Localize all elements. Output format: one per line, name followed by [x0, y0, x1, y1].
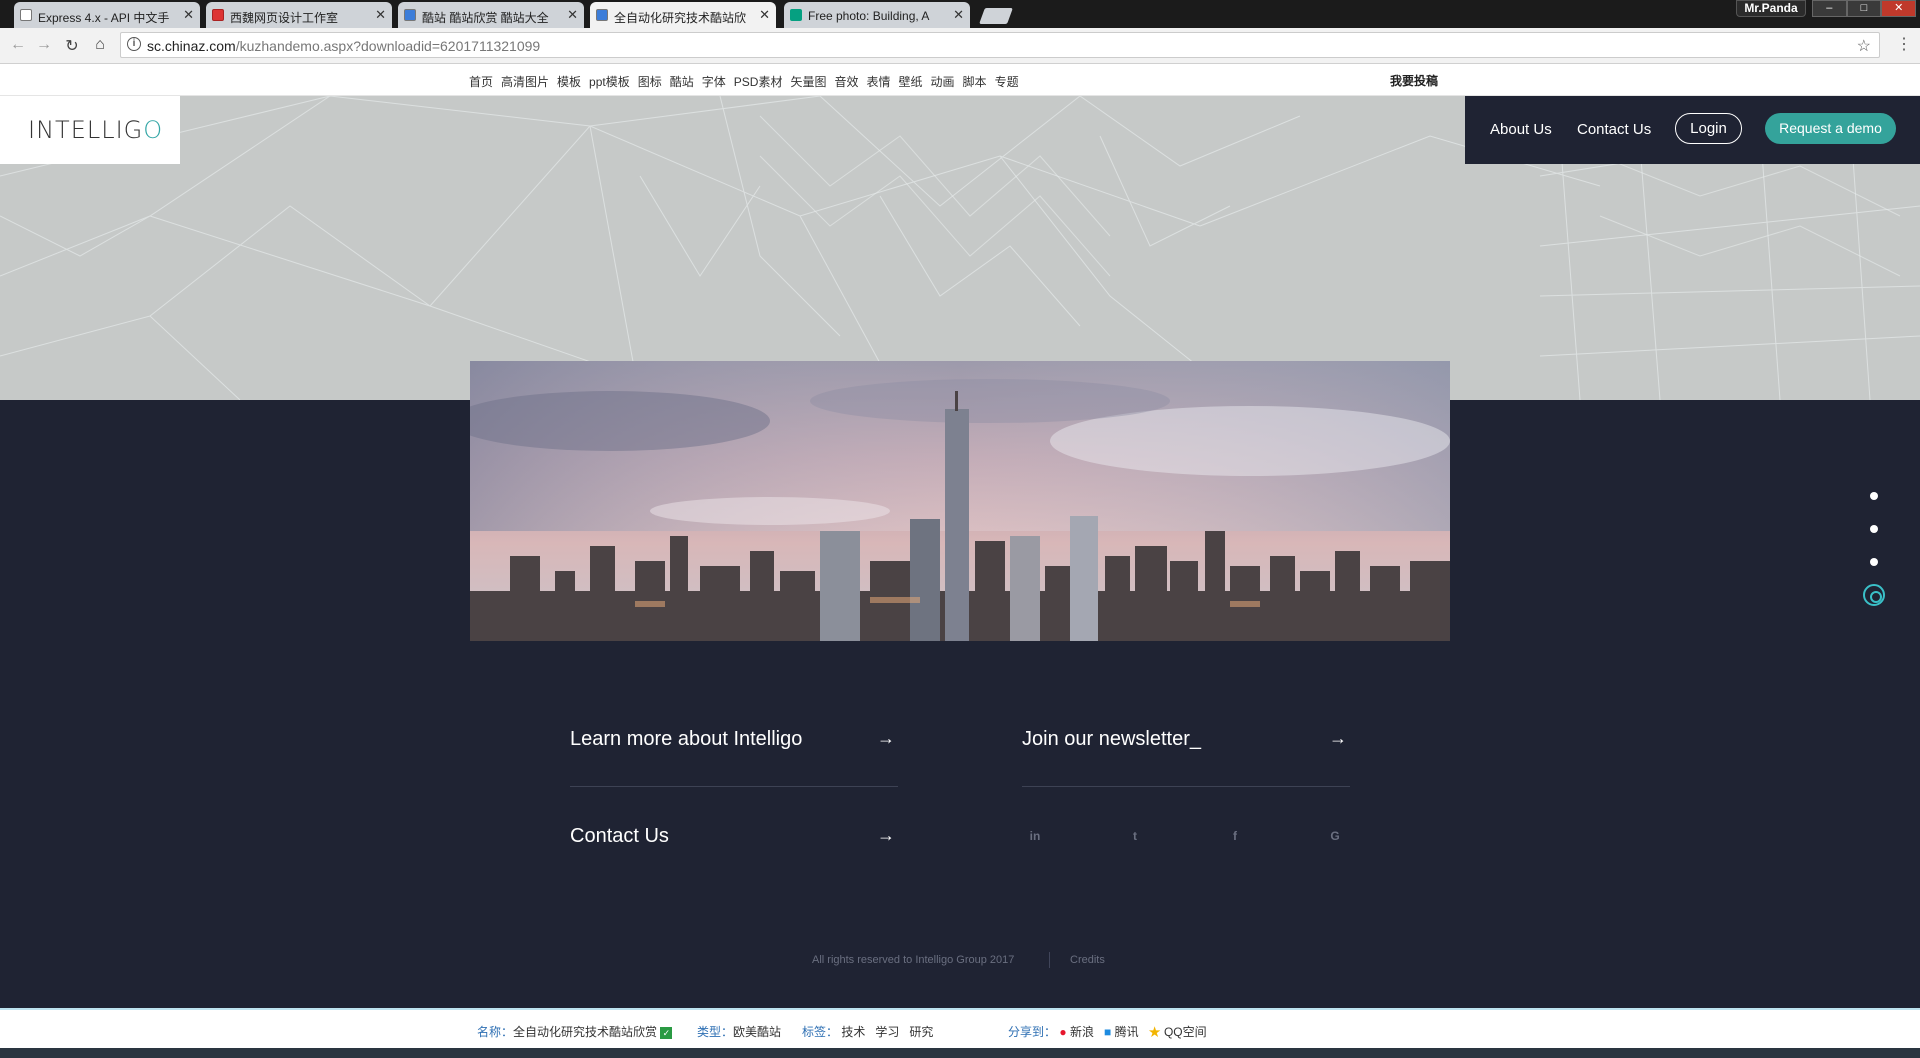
contribute-link[interactable]: 我要投稿 [1390, 72, 1438, 89]
chinaz-nav-link[interactable]: PSD素材 [734, 73, 783, 90]
divider [1022, 786, 1350, 787]
chinaz-nav-link[interactable]: 脚本 [963, 73, 987, 90]
twitter-icon[interactable]: t [1125, 829, 1145, 843]
page-icon [20, 9, 32, 21]
chinaz-nav-link[interactable]: ppt模板 [589, 73, 630, 90]
new-tab-button[interactable] [979, 8, 1013, 24]
footer-divider [1049, 952, 1050, 968]
logo-accent-letter: O [143, 116, 164, 144]
close-icon[interactable]: ✕ [759, 7, 770, 23]
browser-tab-strip: Express 4.x - API 中文手 ✕ 西魏网页设计工作室 ✕ 酷站 酷站欣… [0, 0, 1920, 28]
skyline-illustration [470, 361, 1450, 641]
close-icon[interactable]: ✕ [953, 7, 964, 23]
browser-tab[interactable]: 酷站 酷站欣赏 酷站大全 ✕ [398, 2, 584, 28]
site-icon [212, 9, 224, 21]
nav-contact-us[interactable]: Contact Us [1577, 121, 1651, 138]
type-value[interactable]: 欧美酷站 [733, 1025, 781, 1039]
city-skyline-image [470, 361, 1450, 641]
pagination-dot[interactable] [1870, 525, 1878, 533]
google-icon[interactable]: G [1325, 829, 1345, 843]
close-window-icon[interactable]: ✕ [1881, 0, 1917, 17]
credits-link[interactable]: Credits [1070, 954, 1105, 966]
pagination-dot[interactable] [1870, 558, 1878, 566]
login-button[interactable]: Login [1675, 113, 1742, 144]
request-demo-button[interactable]: Request a demo [1765, 113, 1896, 144]
chinaz-nav-link[interactable]: 字体 [702, 73, 726, 90]
tag-link[interactable]: 研究 [909, 1025, 933, 1039]
browser-tab[interactable]: 西魏网页设计工作室 ✕ [206, 2, 392, 28]
type-label: 类型： [697, 1025, 734, 1039]
chinaz-nav-links: 首页 高清图片 模板 ppt模板 图标 酷站 字体 PSD素材 矢量图 音效 表情 壁纸 动画 脚本 专题 [469, 73, 1019, 90]
facebook-icon[interactable]: f [1225, 829, 1245, 843]
pagination-dot[interactable] [1870, 492, 1878, 500]
url-host: sc.chinaz.com [147, 38, 236, 54]
chinaz-nav-link[interactable]: 音效 [834, 73, 858, 90]
qzone-icon: ★ [1148, 1025, 1161, 1039]
chinaz-nav-link[interactable]: 动画 [931, 73, 955, 90]
chinaz-nav-link[interactable]: 高清图片 [501, 73, 549, 90]
site-top-nav: About Us Contact Us Login Request a demo [1465, 96, 1920, 164]
site-icon [404, 9, 416, 21]
chinaz-nav-link[interactable]: 表情 [867, 73, 891, 90]
share-tencent[interactable]: 腾讯 [1115, 1025, 1139, 1039]
chinaz-nav-link[interactable]: 专题 [995, 73, 1019, 90]
forward-icon[interactable]: → [34, 36, 54, 54]
browser-toolbar: ← → ↻ ⌂ i sc.chinaz.com/kuzhandemo.aspx?… [0, 28, 1920, 64]
bookmark-star-icon[interactable]: ☆ [1857, 36, 1871, 56]
chinaz-nav-link[interactable]: 模板 [557, 73, 581, 90]
address-bar[interactable]: i sc.chinaz.com/kuzhandemo.aspx?download… [120, 32, 1880, 58]
close-icon[interactable]: ✕ [567, 7, 578, 23]
close-icon[interactable]: ✕ [375, 7, 386, 23]
name-label: 名称： [477, 1025, 514, 1039]
chinaz-nav-link[interactable]: 首页 [469, 73, 493, 90]
tag-link[interactable]: 技术 [841, 1025, 865, 1039]
nav-about-us[interactable]: About Us [1490, 121, 1552, 138]
browser-tab[interactable]: Free photo: Building, A ✕ [784, 2, 970, 28]
chinaz-nav-link[interactable]: 酷站 [670, 73, 694, 90]
learn-more-link[interactable]: Learn more about Intelligo [570, 728, 802, 751]
maximize-icon[interactable]: □ [1846, 0, 1882, 17]
site-icon [790, 9, 802, 21]
logo-text: INTELLIG [28, 116, 144, 144]
browser-menu-icon[interactable]: ⋮ [1896, 34, 1912, 54]
minimize-icon[interactable]: – [1812, 0, 1847, 17]
weibo-icon: ● [1059, 1025, 1067, 1039]
close-icon[interactable]: ✕ [183, 7, 194, 23]
tencent-icon: ■ [1103, 1025, 1112, 1039]
url-path: /kuzhandemo.aspx?downloadid=620171132109… [235, 38, 541, 54]
share-label: 分享到： [1008, 1025, 1057, 1039]
reload-icon[interactable]: ↻ [62, 36, 82, 56]
site-logo[interactable]: INTELLIGO [0, 96, 180, 164]
browser-tab[interactable]: Express 4.x - API 中文手 ✕ [14, 2, 200, 28]
contact-us-link[interactable]: Contact Us [570, 825, 669, 848]
browser-tab-active[interactable]: 全自动化研究技术酷站欣 ✕ [590, 2, 776, 28]
copyright-text: All rights reserved to Intelligo Group 2… [812, 954, 1015, 966]
verified-icon: ✓ [660, 1027, 673, 1039]
info-icon[interactable]: i [127, 37, 141, 51]
arrow-right-icon[interactable]: → [877, 825, 895, 846]
home-icon[interactable]: ⌂ [90, 36, 110, 54]
chinaz-nav-link[interactable]: 壁纸 [899, 73, 923, 90]
chinaz-nav-bar: 首页 高清图片 模板 ppt模板 图标 酷站 字体 PSD素材 矢量图 音效 表情 壁纸 动画 脚本 专题 … [0, 64, 1920, 96]
chinaz-nav-link[interactable]: 图标 [638, 73, 662, 90]
tag-link[interactable]: 学习 [875, 1025, 899, 1039]
chinaz-nav-link[interactable]: 矢量图 [790, 73, 826, 90]
pagination-dot-active[interactable] [1863, 584, 1885, 606]
site-icon [596, 9, 608, 21]
newsletter-link[interactable]: Join our newsletter_ [1022, 728, 1201, 751]
profile-button[interactable]: Mr.Panda [1736, 0, 1806, 17]
chinaz-info-bar: 名称：全自动化研究技术酷站欣赏 ✓ 类型：欧美酷站 标签： 技术 学习 研究 分… [0, 1008, 1920, 1048]
name-value: 全自动化研究技术酷站欣赏 [513, 1025, 658, 1039]
os-taskbar [0, 1048, 1920, 1058]
share-weibo[interactable]: 新浪 [1070, 1025, 1094, 1039]
share-qzone[interactable]: QQ空间 [1164, 1025, 1207, 1039]
back-icon[interactable]: ← [8, 36, 28, 54]
arrow-right-icon[interactable]: → [877, 728, 895, 749]
window-controls: – □ ✕ [1812, 0, 1917, 17]
tags-label: 标签： [802, 1025, 839, 1039]
arrow-right-icon[interactable]: → [1329, 728, 1347, 749]
divider [570, 786, 898, 787]
linkedin-icon[interactable]: in [1025, 829, 1045, 843]
